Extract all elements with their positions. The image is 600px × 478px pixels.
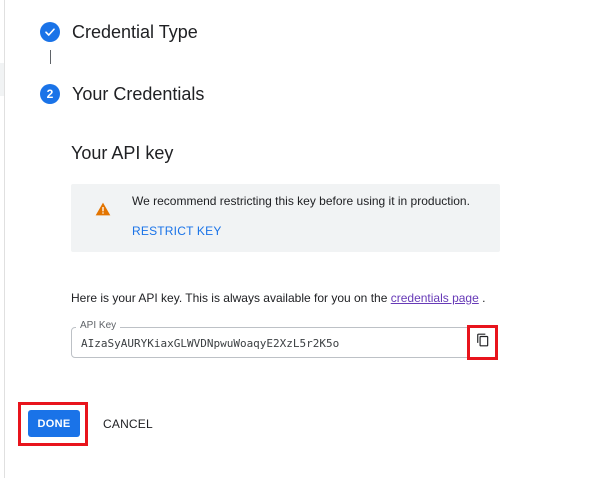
warning-icon xyxy=(95,201,111,217)
api-key-info: Here is your API key. This is always ava… xyxy=(71,291,485,305)
warning-banner: We recommend restricting this key before… xyxy=(71,184,500,252)
step-connector xyxy=(50,50,51,64)
left-panel-edge xyxy=(0,63,4,96)
step-credential-type[interactable]: Credential Type xyxy=(40,21,198,43)
step-your-credentials: 2 Your Credentials xyxy=(40,83,204,105)
copy-icon xyxy=(476,333,490,352)
copy-button[interactable] xyxy=(467,325,498,360)
left-divider xyxy=(4,0,5,478)
credentials-page-link[interactable]: credentials page xyxy=(391,291,479,305)
section-title: Your API key xyxy=(71,143,174,163)
step-title: Your Credentials xyxy=(72,84,205,104)
done-button[interactable]: DONE xyxy=(28,410,80,437)
info-suffix: . xyxy=(478,291,486,305)
info-text: Here is your API key. This is always ava… xyxy=(71,291,391,305)
step-title: Credential Type xyxy=(72,22,198,42)
warning-message: We recommend restricting this key before… xyxy=(132,194,470,208)
api-key-value[interactable]: AIzaSyAURYKiaxGLWVDNpwuWoaqyE2XzL5r2K5o xyxy=(81,337,339,351)
api-key-label: API Key xyxy=(76,320,121,332)
check-icon xyxy=(40,22,60,42)
step-number-badge: 2 xyxy=(40,84,60,104)
cancel-button[interactable]: CANCEL xyxy=(101,410,155,437)
create-credentials-page: Credential Type 2 Your Credentials Your … xyxy=(0,0,600,478)
restrict-key-link[interactable]: RESTRICT KEY xyxy=(132,224,222,238)
